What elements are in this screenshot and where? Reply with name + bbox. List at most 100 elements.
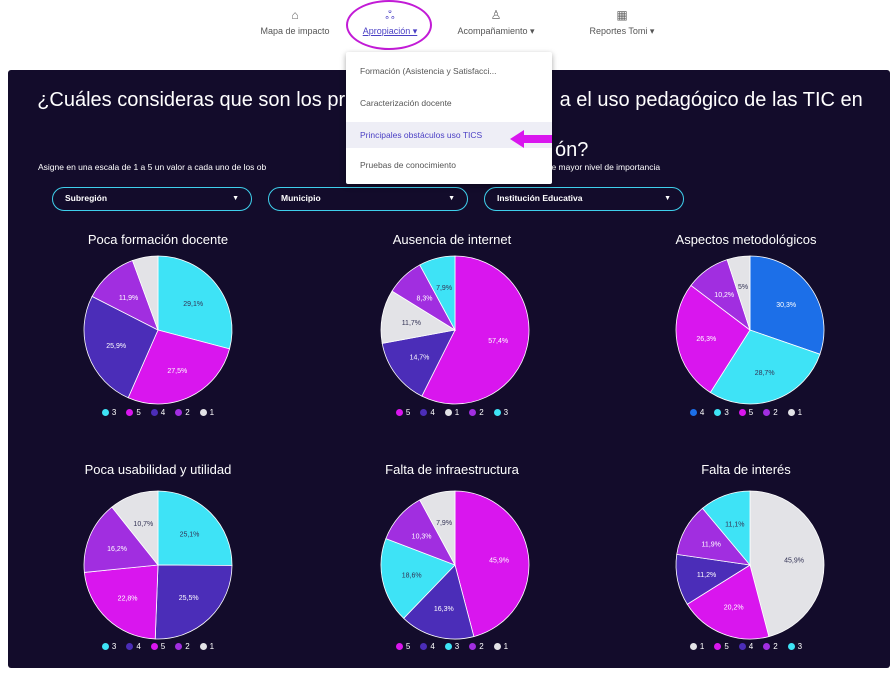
legend-dot-icon [126,642,134,650]
legend-label: 1 [209,641,215,651]
legend-label: 2 [185,407,190,417]
legend-item[interactable]: 1 [199,407,215,417]
legend-2: 5 4 1 2 3 [332,406,572,418]
legend-item[interactable]: 1 [787,408,802,417]
legend-dot-icon [763,642,771,650]
legend-label: 4 [699,407,705,417]
legend-5: 5 4 3 2 1 [332,640,572,652]
legend-item[interactable]: 4 [150,408,165,417]
nav-acompanamiento[interactable]: ♙ Acompañamiento ▾ [446,8,546,37]
legend-item[interactable]: 5 [395,408,410,417]
legend-dot-icon [101,408,109,416]
legend-label: 1 [503,641,509,651]
dropdown-item-caracterizacion[interactable]: Caracterización docente [346,90,552,116]
legend-item[interactable]: 4 [126,641,141,651]
legend-item[interactable]: 4 [689,407,705,417]
legend-item[interactable]: 1 [199,641,215,651]
legend-label: 4 [430,407,435,417]
legend-item[interactable]: 4 [420,407,435,417]
legend-item[interactable]: 3 [714,407,729,417]
legend-item[interactable]: 1 [444,407,460,417]
chart-title-2: Ausencia de internet [392,232,512,247]
legend-label: 4 [430,641,435,651]
legend-item[interactable]: 2 [469,407,484,417]
legend-label: 3 [797,641,803,651]
legend-dot-icon [126,408,134,416]
legend-item[interactable]: 3 [787,641,803,651]
legend-item[interactable]: 3 [101,407,117,417]
legend-dot-icon [150,642,158,650]
apropiacion-dropdown-menu: Formación (Asistencia y Satisfacci... Ca… [346,52,552,184]
legend-dot-icon [763,408,771,416]
legend-label: 3 [724,407,729,417]
legend-label: 5 [160,641,166,651]
legend-item[interactable]: 3 [444,641,460,651]
legend-label: 2 [479,407,484,417]
filter-subregion[interactable]: Subregión ▼ [52,187,252,211]
legend-item[interactable]: 3 [101,642,116,651]
legend-item[interactable]: 3 [493,408,508,417]
legend-label: 5 [136,407,141,417]
filter-label: Subregión [65,193,108,203]
legend-item[interactable]: 5 [395,642,410,651]
legend-dot-icon [150,408,158,416]
legend-item[interactable]: 4 [420,641,435,651]
legend-label: 1 [454,407,460,417]
legend-dot-icon [444,408,452,416]
pointer-arrow-icon [510,130,552,148]
legend-6: 1 5 4 2 3 [626,640,866,652]
nav-label: Mapa de impacto [260,26,330,36]
legend-dot-icon [738,642,746,650]
title-part: ¿Cuáles consideras que son los pri [37,89,350,111]
legend-label: 5 [724,641,729,651]
nav-reportes-tomi[interactable]: ▦ Reportes Tomi ▾ [580,8,664,37]
person-icon: ♙ [490,8,502,22]
legend-dot-icon [493,642,501,650]
nav-label: Reportes Tomi ▾ [589,26,655,36]
legend-item[interactable]: 1 [689,642,704,651]
legend-item[interactable]: 5 [714,641,729,651]
legend-label: 4 [748,641,754,651]
legend-item[interactable]: 4 [738,641,754,651]
legend-3: 4 3 5 2 1 [626,406,866,418]
legend-dot-icon [444,642,452,650]
legend-label: 4 [136,641,141,651]
filter-municipio[interactable]: Municipio ▼ [268,187,468,211]
legend-dot-icon [714,408,722,416]
legend-item[interactable]: 2 [763,408,778,417]
chart-title-5: Falta de infraestructura [385,462,519,477]
filter-institucion[interactable]: Institución Educativa ▼ [484,187,684,211]
legend-item[interactable]: 5 [126,407,141,417]
legend-label: 2 [479,641,484,651]
chevron-down-icon: ▼ [448,195,455,202]
legend-item[interactable]: 5 [150,641,166,651]
chevron-down-icon: ▼ [664,195,671,202]
legend-item[interactable]: 2 [763,641,778,651]
legend-dot-icon [787,642,795,650]
chart-title-3: Aspectos metodológicos [675,232,817,247]
legend-item[interactable]: 2 [469,641,484,651]
chart-title-4: Poca usabilidad y utilidad [84,462,232,477]
bottom-strip [0,668,890,675]
legend-label: 1 [209,407,215,417]
legend-dot-icon [738,408,746,416]
legend-dot-icon [469,408,477,416]
legend-item[interactable]: 2 [175,407,190,417]
report-icon: ▦ [616,8,628,22]
legend-item[interactable]: 5 [738,408,753,417]
nav-mapa-impacto[interactable]: ⌂ Mapa de impacto [256,8,334,36]
legend-dot-icon [420,408,428,416]
legend-dot-icon [395,408,403,416]
legend-label: 3 [111,407,117,417]
dropdown-item-pruebas[interactable]: Pruebas de conocimiento [346,152,552,178]
legend-dot-icon [175,408,183,416]
legend-item[interactable]: 2 [175,642,190,651]
legend-dot-icon [689,408,697,416]
dropdown-item-formacion[interactable]: Formación (Asistencia y Satisfacci... [346,58,552,84]
legend-item[interactable]: 1 [493,641,509,651]
legend-label: 3 [454,641,460,651]
filter-label: Municipio [281,193,321,203]
legend-label: 2 [773,641,778,651]
title-part: ón? [555,139,589,161]
legend-dot-icon [493,408,501,416]
